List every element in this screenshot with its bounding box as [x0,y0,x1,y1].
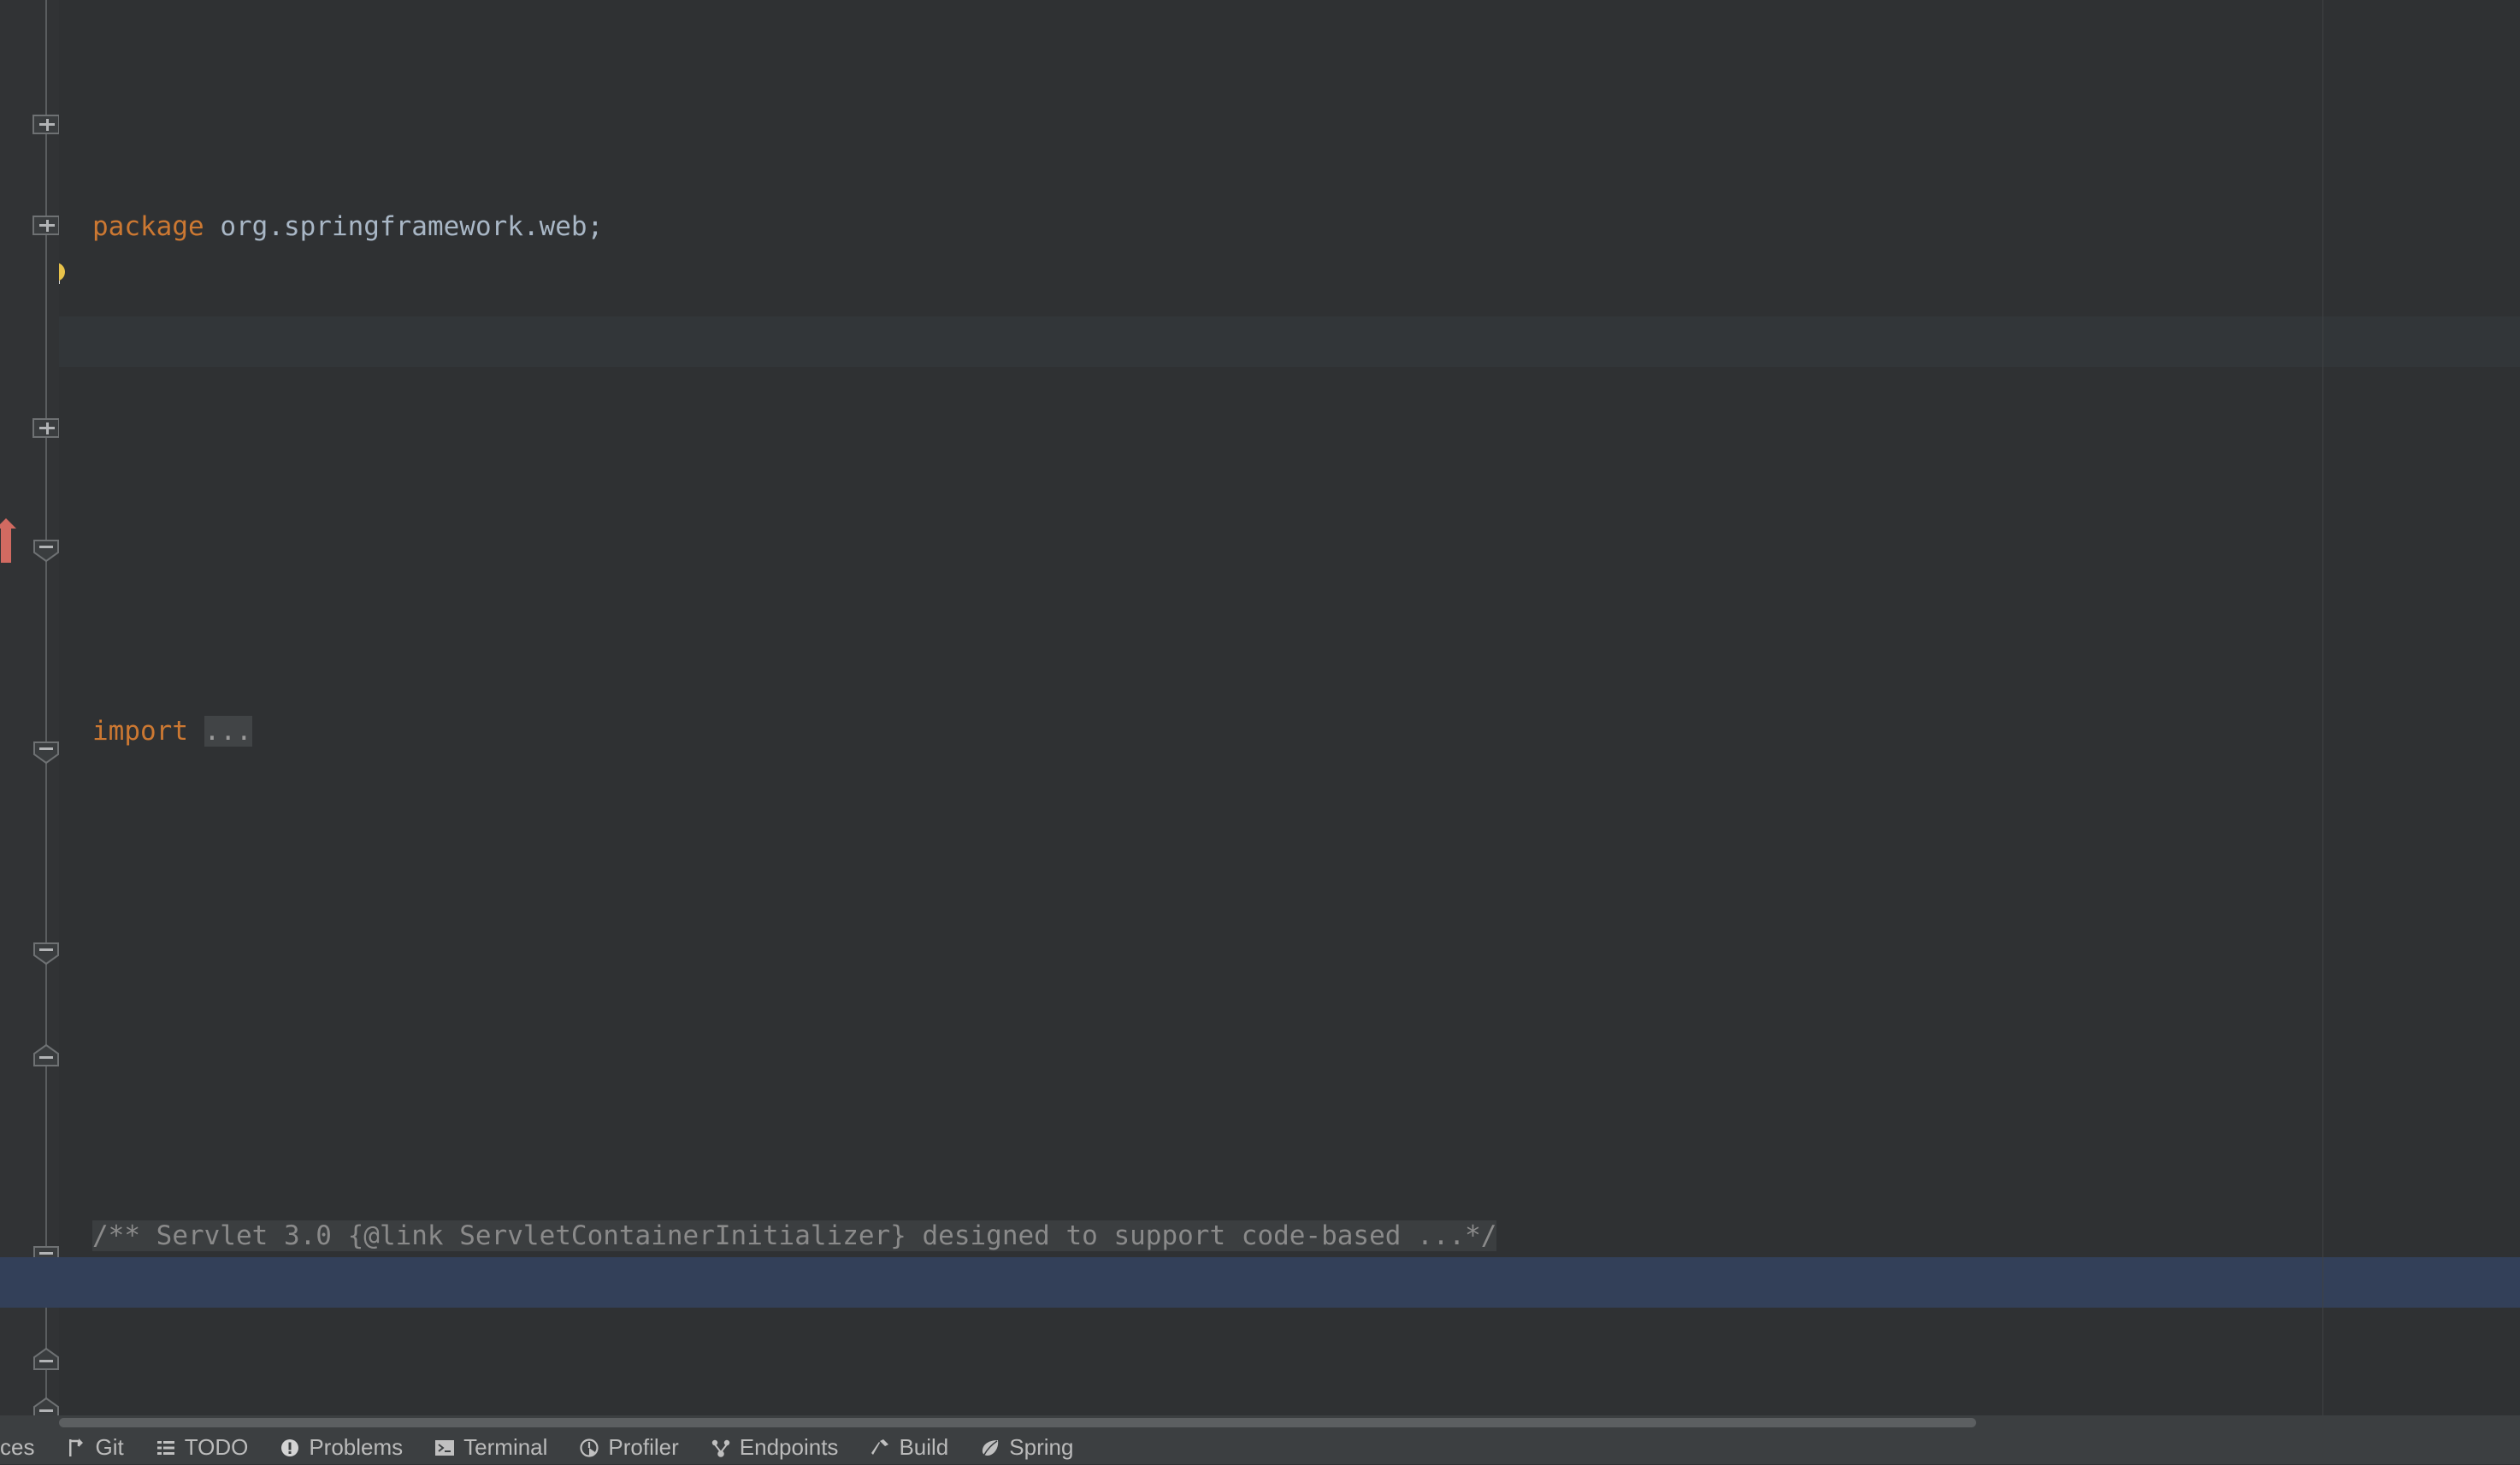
class-javadoc-fold[interactable]: /** Servlet 3.0 {@link ServletContainerI… [92,1220,1497,1251]
fold-toggle-method-body[interactable] [32,539,60,563]
code-text[interactable]: package org.springframework.web; import … [59,0,2520,1415]
sidebar-item-profiler[interactable]: Profiler [563,1431,693,1464]
code-line-3[interactable]: import ... [59,706,2520,757]
sidebar-item-todo[interactable]: TODO [139,1431,264,1464]
code-line-2[interactable] [59,454,2520,505]
fold-toggle-if-block[interactable] [32,741,60,765]
code-line-1[interactable]: package org.springframework.web; [59,202,2520,252]
problems-warning-icon [279,1437,301,1459]
profiler-gauge-icon [578,1437,600,1459]
package-name: org.springframework.web; [220,211,604,242]
endpoints-label: Endpoints [739,1434,839,1460]
sidebar-item-spring[interactable]: Spring [964,1431,1089,1464]
sidebar-item-build[interactable]: Build [853,1431,964,1464]
fold-toggle-import[interactable] [32,115,60,134]
keyword-package: package [92,211,204,242]
fold-toggle-method-javadoc[interactable] [32,418,60,438]
tool-window-bar[interactable]: ces Git TODO Problems Terminal Profiler … [0,1431,2520,1464]
code-line-5[interactable]: /** Servlet 3.0 {@link ServletContainerI… [59,1211,2520,1261]
git-branch-icon [65,1437,87,1459]
lightbulb-icon[interactable] [59,257,75,296]
todo-label: TODO [184,1434,249,1460]
endpoints-icon [710,1437,732,1459]
build-hammer-icon [869,1437,891,1459]
spring-leaf-icon [979,1437,1001,1459]
ide-window: package org.springframework.web; import … [0,0,2520,1464]
fold-toggle-class-javadoc[interactable] [32,216,60,235]
sidebar-item-problems[interactable]: Problems [263,1431,418,1464]
fold-end-for-loop[interactable] [32,1347,60,1371]
keyword-import: import [92,716,188,747]
execution-line-gutter [0,1257,59,1308]
spring-label: Spring [1009,1434,1074,1460]
fold-toggle-if-empty[interactable] [32,942,60,966]
build-label: Build [899,1434,949,1460]
problems-label: Problems [309,1434,404,1460]
todo-list-icon [155,1437,177,1459]
services-label: ces [0,1434,35,1460]
sidebar-item-services[interactable]: ces [0,1431,50,1464]
profiler-label: Profiler [608,1434,679,1460]
fold-end-if-empty[interactable] [32,1043,60,1067]
sidebar-item-endpoints[interactable]: Endpoints [694,1431,854,1464]
editor-gutter[interactable] [0,0,60,1420]
code-editor[interactable]: package org.springframework.web; import … [59,0,2520,1415]
terminal-label: Terminal [463,1434,548,1460]
fold-rail [45,0,47,1415]
horizontal-scrollbar-thumb[interactable] [59,1418,1976,1427]
sidebar-item-terminal[interactable]: Terminal [418,1431,563,1464]
code-line-4[interactable] [59,959,2520,1009]
terminal-icon [434,1437,456,1459]
red-arrow-icon[interactable] [0,518,17,563]
import-fold-placeholder[interactable]: ... [204,716,252,747]
git-label: Git [95,1434,124,1460]
sidebar-item-git[interactable]: Git [50,1431,139,1464]
